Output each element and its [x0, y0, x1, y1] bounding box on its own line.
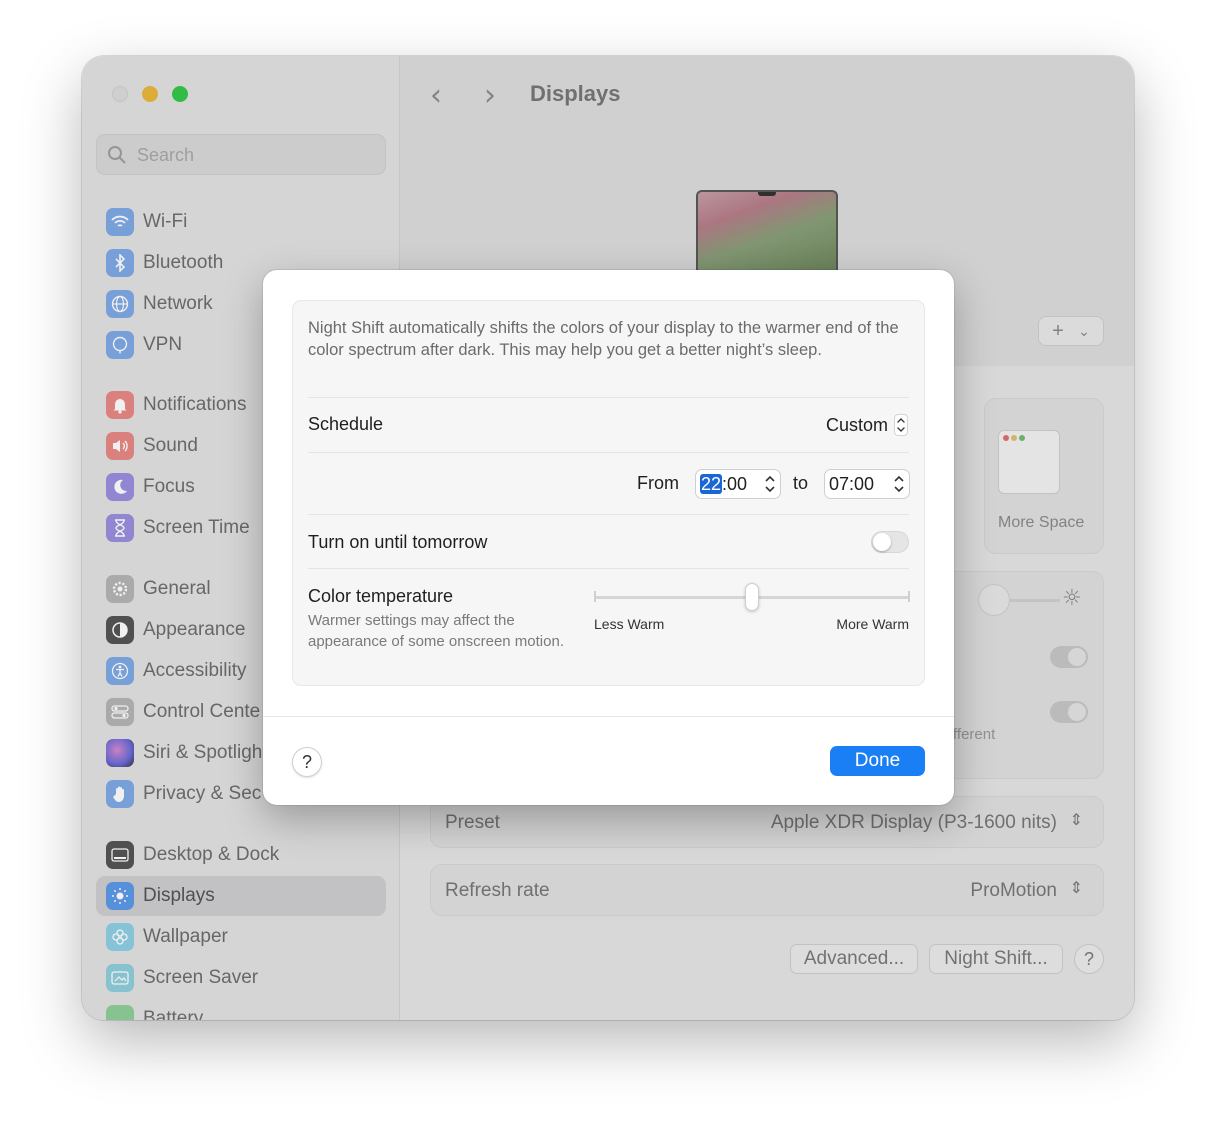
- slider-tick-min: [594, 591, 596, 602]
- color-temperature-label: Color temperature: [308, 586, 454, 606]
- divider: [308, 397, 909, 398]
- from-hour-selected[interactable]: 22: [700, 474, 723, 494]
- schedule-label: Schedule: [308, 414, 384, 434]
- night-shift-description: Night Shift automatically shifts the col…: [308, 319, 899, 359]
- divider: [308, 514, 909, 515]
- schedule-value: Custom: [825, 414, 888, 435]
- stepper-arrows-icon: [894, 414, 908, 436]
- footer-divider: [263, 716, 954, 717]
- divider: [308, 452, 909, 453]
- done-button[interactable]: Done: [830, 746, 925, 776]
- from-time-value: 22:00: [700, 474, 747, 495]
- color-temperature-note: Warmer settings may affect the appearanc…: [308, 612, 564, 650]
- to-time-stepper[interactable]: 07:00: [824, 469, 910, 499]
- more-warm-label: More Warm: [836, 616, 909, 632]
- stepper-arrows-icon[interactable]: [764, 473, 776, 495]
- stepper-arrows-icon[interactable]: [893, 473, 905, 495]
- schedule-popup[interactable]: Custom: [826, 412, 908, 438]
- help-button[interactable]: ?: [292, 747, 322, 777]
- turn-on-until-tomorrow-label: Turn on until tomorrow: [308, 532, 488, 552]
- night-shift-dialog: Night Shift automatically shifts the col…: [263, 270, 954, 805]
- less-warm-label: Less Warm: [594, 616, 665, 632]
- to-label: to: [793, 473, 809, 493]
- from-time-stepper[interactable]: 22:00: [695, 469, 781, 499]
- to-time-value[interactable]: 07:00: [829, 474, 874, 495]
- from-label: From: [637, 473, 679, 493]
- from-minutes[interactable]: :00: [722, 474, 747, 494]
- divider: [308, 568, 909, 569]
- color-temperature-slider-knob[interactable]: [745, 583, 759, 611]
- slider-tick-max: [908, 591, 910, 602]
- turn-on-until-tomorrow-toggle[interactable]: [871, 531, 909, 553]
- night-shift-settings-panel: Night Shift automatically shifts the col…: [292, 300, 925, 686]
